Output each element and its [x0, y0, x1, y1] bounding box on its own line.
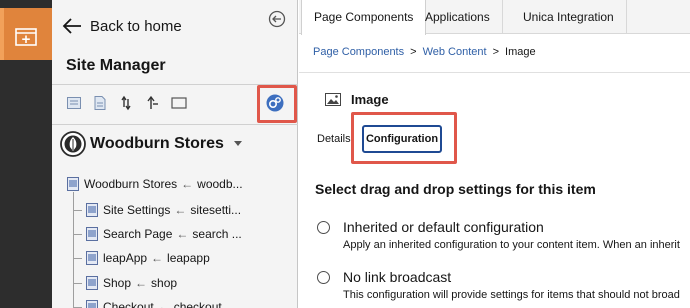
- tree-node-target: woodb...: [197, 177, 243, 191]
- tree-node-label: Checkout: [103, 300, 154, 308]
- tree-node-target: leapapp: [167, 251, 210, 265]
- app-rail: [0, 0, 52, 308]
- move-icon[interactable]: [118, 95, 134, 111]
- tab-unica-integration[interactable]: Unica Integration: [511, 0, 627, 34]
- tree-node-arrow: ←: [135, 276, 148, 290]
- tree-node-label: Site Settings: [103, 203, 171, 217]
- component-tabs: Page Components Applications Unica Integ…: [299, 0, 690, 35]
- page-icon: [86, 251, 98, 265]
- option-description: This configuration will provide settings…: [343, 289, 680, 301]
- new-page-icon[interactable]: [66, 95, 82, 111]
- settings-gear-icon[interactable]: [266, 94, 284, 112]
- option-description: Apply an inherited configuration to your…: [343, 239, 680, 251]
- breadcrumb-separator: >: [492, 46, 500, 58]
- page-icon: [67, 177, 79, 191]
- tree-node-label: Shop: [103, 276, 132, 290]
- back-to-home-link[interactable]: Back to home: [62, 14, 182, 38]
- site-manager-panel: Back to home Site Manager Woodburn Store…: [52, 0, 298, 308]
- tree-node-arrow: ←: [176, 227, 189, 241]
- chevron-down-icon: [233, 141, 242, 146]
- image-icon: [325, 93, 341, 106]
- tree-node-label: Search Page: [103, 227, 173, 241]
- page-icon: [86, 276, 98, 290]
- tab-configuration[interactable]: Configuration: [362, 125, 442, 153]
- tree-node-arrow: ←: [157, 300, 170, 308]
- tab-page-components[interactable]: Page Components: [301, 0, 427, 35]
- divider: [52, 124, 298, 125]
- tree-connector: [73, 210, 82, 211]
- arrow-left-icon: [62, 18, 81, 34]
- tree-node[interactable]: Site Settings ← sitesetti...: [86, 199, 241, 221]
- new-content-icon[interactable]: [92, 95, 108, 111]
- tree-node-arrow: ←: [174, 203, 187, 217]
- tree-node-arrow: ←: [151, 251, 164, 265]
- tree-node[interactable]: Shop ← shop: [86, 272, 177, 294]
- rail-active-indicator: [0, 8, 4, 60]
- divider: [299, 72, 690, 73]
- tree-node-target: search ...: [192, 227, 242, 241]
- site-selector[interactable]: Woodburn Stores: [60, 130, 242, 158]
- tree-node-target: sitesetti...: [190, 203, 242, 217]
- tree-node-label: leapApp: [103, 251, 148, 265]
- tree-node[interactable]: Search Page ← search ...: [86, 223, 242, 245]
- page-icon: [86, 300, 98, 308]
- content-area: Page Components Applications Unica Integ…: [299, 0, 690, 308]
- tree-node-root[interactable]: Woodburn Stores ← woodb...: [67, 173, 243, 195]
- tab-details[interactable]: Details: [317, 133, 351, 145]
- site-name: Woodburn Stores: [90, 135, 224, 152]
- tree-node[interactable]: Checkout ← checkout: [86, 296, 222, 308]
- breadcrumb-link-page-components[interactable]: Page Components: [313, 46, 404, 58]
- radio-no-link-broadcast[interactable]: [317, 271, 330, 284]
- collapse-panel-icon[interactable]: [268, 10, 286, 28]
- breadcrumb-link-web-content[interactable]: Web Content: [423, 46, 487, 58]
- option-label: No link broadcast: [343, 269, 452, 285]
- site-logo-icon: [60, 131, 86, 157]
- tree-node-target: checkout: [173, 300, 222, 308]
- item-header: Image: [325, 92, 389, 107]
- breadcrumb: Page Components > Web Content > Image: [313, 46, 536, 58]
- add-content-icon: [15, 28, 37, 46]
- tab-applications[interactable]: Applications: [413, 0, 503, 34]
- tree-node-arrow: ←: [181, 177, 194, 191]
- tree-connector: [73, 283, 82, 284]
- tree-connector: [73, 234, 82, 235]
- breadcrumb-separator: >: [410, 46, 417, 58]
- back-to-home-label: Back to home: [90, 17, 182, 35]
- page-icon: [86, 203, 98, 217]
- item-title: Image: [351, 92, 389, 107]
- frame-icon[interactable]: [170, 95, 188, 111]
- section-title: Select drag and drop settings for this i…: [315, 181, 596, 197]
- tree-connector: [73, 258, 82, 259]
- tree-node-label: Woodburn Stores: [84, 177, 178, 191]
- site-toolbar: [66, 94, 198, 112]
- tree-node[interactable]: leapApp ← leapapp: [86, 247, 210, 269]
- radio-inherited[interactable]: [317, 221, 330, 234]
- tree-node-target: shop: [151, 276, 178, 290]
- panel-title: Site Manager: [66, 57, 166, 74]
- move-up-icon[interactable]: [144, 95, 160, 111]
- page-icon: [86, 227, 98, 241]
- breadcrumb-current: Image: [505, 46, 536, 58]
- option-label: Inherited or default configuration: [343, 219, 544, 235]
